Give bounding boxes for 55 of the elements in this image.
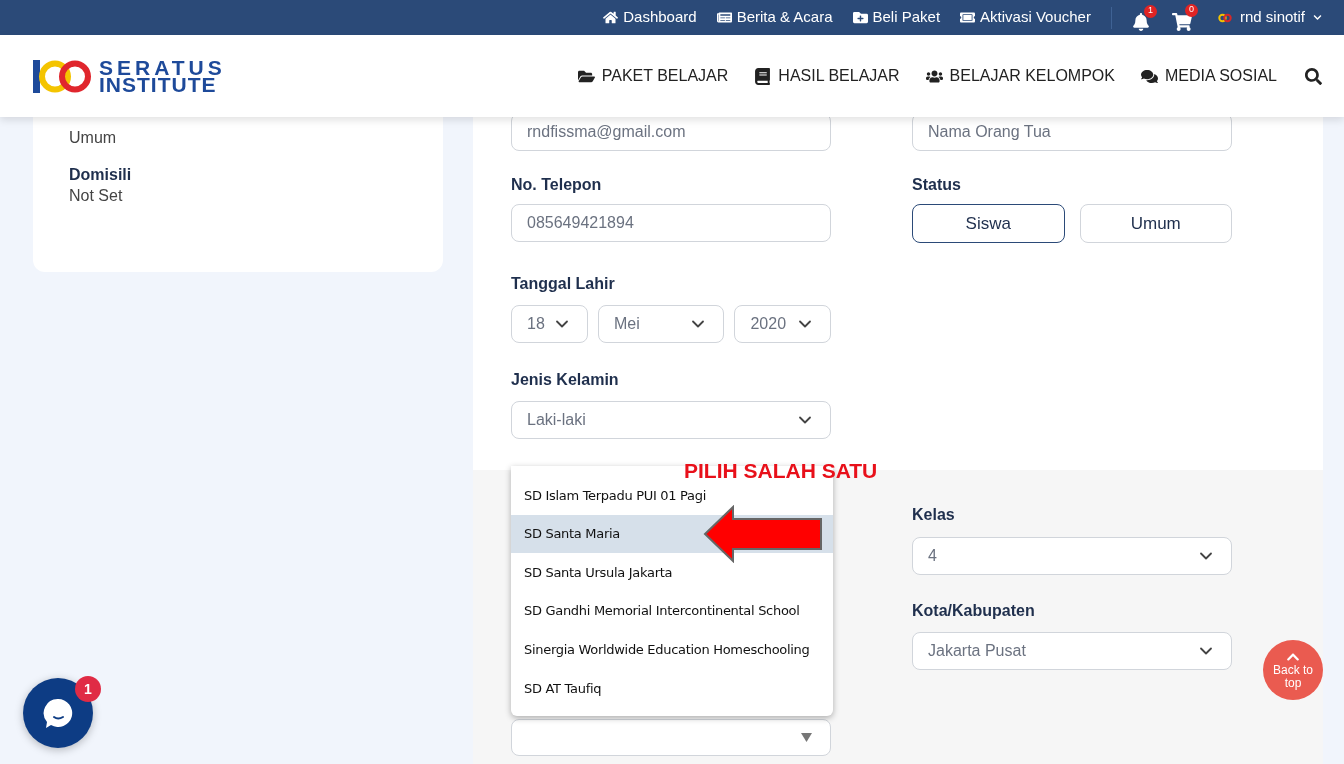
book-icon <box>754 67 772 85</box>
logo-rings-icon <box>33 57 93 95</box>
bell-icon <box>1131 12 1150 31</box>
class-select[interactable]: 4 <box>912 537 1232 575</box>
field-label: Status <box>912 175 962 195</box>
chat-bubbles-icon <box>1140 67 1158 85</box>
dropdown-option[interactable]: SD Gandhi Memorial Intercontinental School <box>511 591 833 631</box>
field-label: Kelas <box>912 505 956 525</box>
field-label: Kota/Kabupaten <box>912 601 1036 621</box>
chevron-down-icon <box>1313 13 1322 22</box>
phone-field[interactable]: 085649421894 <box>511 204 831 242</box>
year-select[interactable]: 2020 <box>734 305 831 343</box>
notification-count: 1 <box>1143 4 1157 18</box>
nav-link[interactable]: HASIL BELAJAR <box>754 64 900 88</box>
cart-icon <box>1171 11 1192 32</box>
nav-link[interactable]: PAKET BELAJAR <box>577 64 729 88</box>
status-option[interactable]: Umum <box>1079 204 1232 243</box>
field-value: Not Set <box>69 186 124 206</box>
top-link[interactable]: Beli Paket <box>852 6 941 29</box>
nav-link[interactable]: BELAJAR KELOMPOK <box>925 64 1115 88</box>
status-option[interactable]: Siswa <box>912 204 1065 243</box>
dropdown-option[interactable]: SD Santa Ursula Jakarta <box>511 553 833 592</box>
speech-bubble-icon <box>41 696 75 730</box>
ticket-icon <box>960 10 976 25</box>
chat-button[interactable] <box>23 678 93 748</box>
nav-link[interactable]: MEDIA SOSIAL <box>1140 64 1277 88</box>
folder-plus-icon <box>852 10 868 25</box>
left-arrow-icon <box>703 505 823 563</box>
top-link[interactable]: Berita & Acara <box>716 6 833 29</box>
rings-icon <box>1217 12 1232 23</box>
user-menu[interactable]: rnd sinotif <box>1217 6 1322 29</box>
cart-button[interactable]: 0 <box>1171 3 1198 32</box>
day-select[interactable]: 18 <box>511 305 588 343</box>
logo-text: SERATUS <box>99 59 226 76</box>
bell-button[interactable]: 1 <box>1131 4 1157 31</box>
field-label: Domisili <box>69 165 133 185</box>
caret-icon <box>801 733 812 742</box>
field-label: Tanggal Lahir <box>511 274 616 294</box>
cart-count: 0 <box>1184 3 1198 17</box>
month-select[interactable]: Mei <box>597 305 725 343</box>
field-label: Jenis Kelamin <box>511 370 620 390</box>
logo[interactable]: SERATUS INSTITUTE <box>33 57 226 95</box>
newspaper-icon <box>716 10 732 25</box>
logo-text: INSTITUTE <box>99 76 217 93</box>
home-icon <box>603 10 619 25</box>
field-value: Umum <box>69 128 118 148</box>
chat-badge: 1 <box>75 676 101 702</box>
top-link[interactable]: Dashboard <box>603 6 697 29</box>
dropdown-option[interactable]: SD AT Taufiq <box>511 668 833 708</box>
search-icon[interactable] <box>1305 67 1322 85</box>
top-link[interactable]: Aktivasi Voucher <box>960 6 1091 29</box>
field-label: No. Telepon <box>511 175 603 195</box>
gender-select[interactable]: Laki-laki <box>511 401 831 439</box>
dropdown-option[interactable]: Sinergia Worldwide Education Homeschooling <box>511 630 833 669</box>
city-select[interactable]: Jakarta Pusat <box>912 632 1232 670</box>
